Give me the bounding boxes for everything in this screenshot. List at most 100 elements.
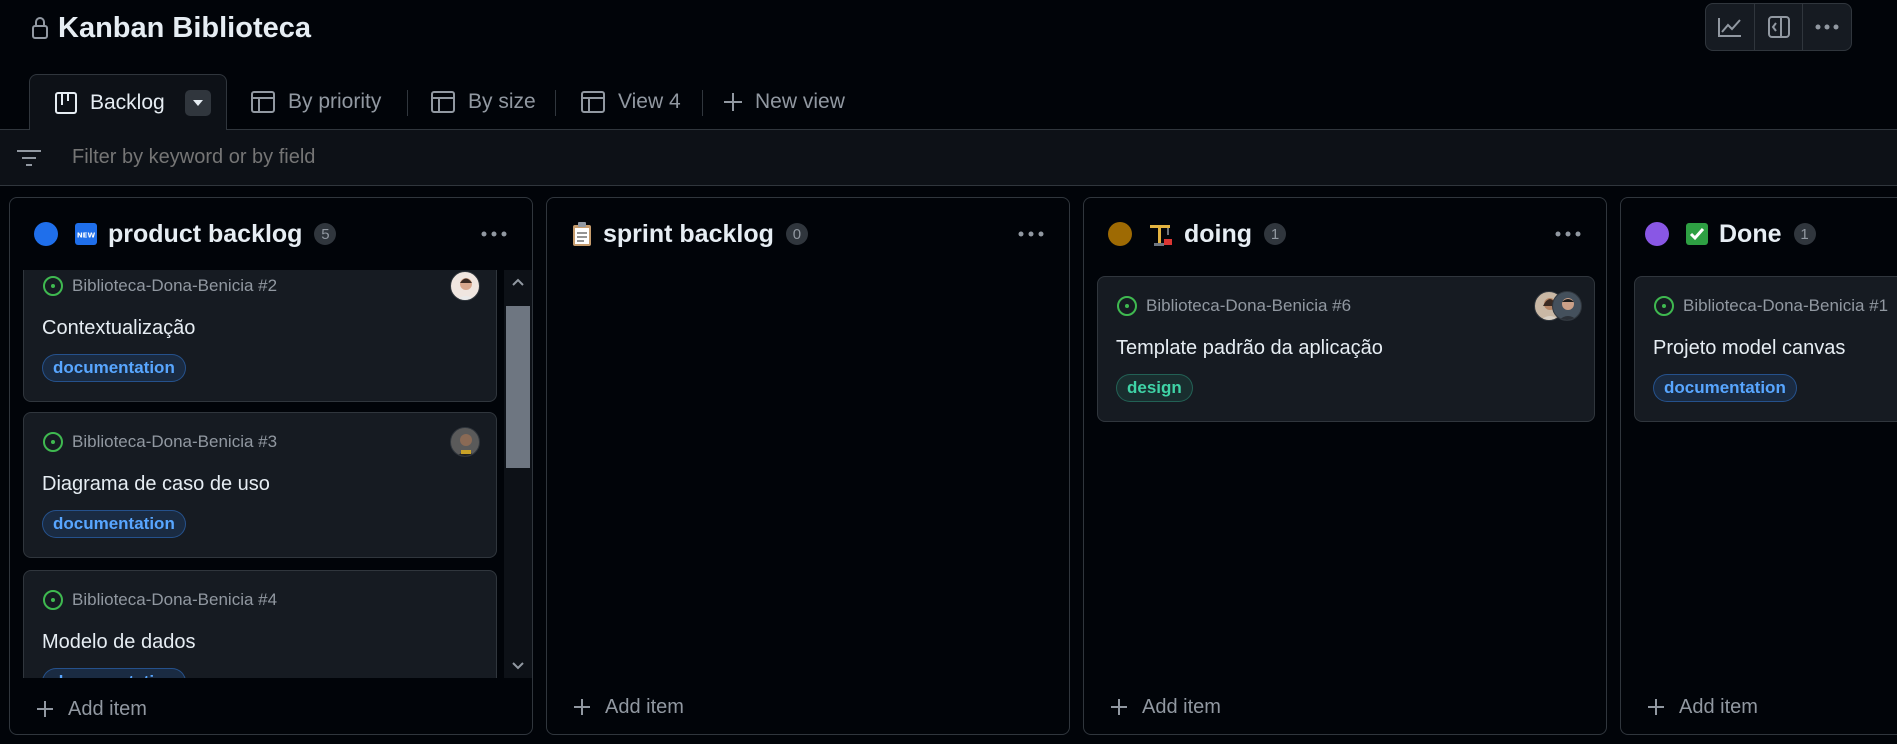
lock-icon	[32, 17, 48, 39]
add-item-button[interactable]: Add item	[36, 694, 147, 724]
avatar[interactable]	[450, 271, 480, 301]
tab-by-size[interactable]: By size	[430, 74, 536, 130]
add-item-label: Add item	[68, 697, 147, 720]
status-color-dot	[1108, 222, 1132, 246]
column-header: NEW product backlog 5	[10, 198, 532, 270]
tab-divider	[702, 90, 703, 116]
filter-bar	[0, 130, 1897, 186]
more-icon[interactable]	[1017, 222, 1045, 246]
card-meta: Biblioteca-Dona-Benicia #1	[1653, 295, 1888, 317]
column-title: product backlog	[108, 219, 303, 248]
board-icon	[55, 91, 77, 114]
insights-button[interactable]	[1706, 4, 1755, 50]
open-issue-icon	[1117, 296, 1137, 316]
issue-ref[interactable]: Biblioteca-Dona-Benicia #1	[1683, 296, 1888, 316]
caret-down-icon	[192, 99, 203, 106]
label-documentation[interactable]: documentation	[42, 668, 186, 678]
plus-icon	[574, 699, 590, 715]
tab-view-4[interactable]: View 4	[580, 74, 681, 130]
status-color-dot	[1645, 222, 1669, 246]
item-count: 1	[1793, 223, 1816, 245]
add-item-label: Add item	[1142, 695, 1221, 718]
add-item-button[interactable]: Add item	[573, 692, 684, 722]
plus-icon	[1648, 699, 1664, 715]
clipboard-icon	[571, 221, 593, 247]
tab-label: By priority	[288, 90, 382, 113]
table-icon	[251, 91, 275, 113]
more-options-button[interactable]	[1803, 4, 1851, 50]
issue-ref[interactable]: Biblioteca-Dona-Benicia #3	[72, 432, 277, 452]
add-item-button[interactable]: Add item	[1647, 692, 1758, 722]
tab-label: Backlog	[90, 90, 165, 114]
scroll-up-icon[interactable]	[512, 278, 524, 286]
more-icon[interactable]	[1554, 222, 1582, 246]
label-documentation[interactable]: documentation	[42, 354, 186, 382]
tab-label: View 4	[618, 90, 681, 113]
scrollbar[interactable]	[504, 270, 532, 678]
project-title: Kanban Biblioteca	[58, 11, 311, 44]
project-header: Kanban Biblioteca	[30, 10, 311, 46]
side-panel-button[interactable]	[1755, 4, 1804, 50]
column-header: sprint backlog 0	[547, 198, 1069, 270]
tab-by-priority[interactable]: By priority	[250, 74, 381, 130]
issue-card[interactable]: Biblioteca-Dona-Benicia #6 Template padr…	[1097, 276, 1595, 422]
column-sprint-backlog: sprint backlog 0 Add item	[546, 197, 1070, 735]
card-title[interactable]: Modelo de dados	[42, 631, 195, 654]
issue-card[interactable]: Biblioteca-Dona-Benicia #1 Projeto model…	[1634, 276, 1897, 422]
panel-icon	[1767, 16, 1790, 38]
column-title: sprint backlog	[603, 219, 774, 248]
avatar[interactable]	[450, 427, 480, 457]
column-title: doing	[1184, 219, 1253, 248]
card-title[interactable]: Projeto model canvas	[1653, 337, 1845, 360]
label-documentation[interactable]: documentation	[1653, 374, 1797, 402]
open-issue-icon	[43, 590, 63, 610]
issue-ref[interactable]: Biblioteca-Dona-Benicia #2	[72, 276, 277, 296]
tab-divider	[407, 90, 408, 116]
column-header: doing 1	[1084, 198, 1606, 270]
plus-icon	[724, 93, 742, 111]
table-icon	[581, 91, 605, 113]
card-title[interactable]: Template padrão da aplicação	[1116, 337, 1383, 360]
scroll-thumb[interactable]	[506, 306, 530, 468]
add-item-button[interactable]: Add item	[1110, 692, 1221, 722]
issue-ref[interactable]: Biblioteca-Dona-Benicia #4	[72, 590, 277, 610]
card-title[interactable]: Contextualização	[42, 317, 195, 340]
add-item-label: Add item	[1679, 695, 1758, 718]
more-icon[interactable]	[480, 222, 508, 246]
view-tabs: Backlog By priority By size View 4 New v…	[0, 74, 1897, 131]
column-done: Done 1 Biblioteca-Dona-Benicia #1 Projet…	[1620, 197, 1897, 735]
issue-card[interactable]: Biblioteca-Dona-Benicia #2 Contextualiza…	[23, 270, 497, 402]
filter-input[interactable]	[72, 146, 672, 169]
plus-icon	[37, 701, 53, 717]
table-icon	[431, 91, 455, 113]
top-actions	[1705, 3, 1852, 51]
card-list: Biblioteca-Dona-Benicia #2 Contextualiza…	[10, 270, 520, 678]
open-issue-icon	[43, 432, 63, 452]
tab-label: By size	[468, 90, 536, 113]
tab-backlog[interactable]: Backlog	[29, 74, 227, 131]
tab-options-button[interactable]	[184, 89, 211, 116]
issue-ref[interactable]: Biblioteca-Dona-Benicia #6	[1146, 296, 1351, 316]
item-count: 0	[785, 223, 808, 245]
column-product-backlog: NEW product backlog 5 Biblioteca-Dona-Be…	[9, 197, 533, 735]
add-item-label: Add item	[605, 695, 684, 718]
new-icon: NEW	[74, 222, 98, 246]
item-count: 5	[314, 223, 337, 245]
insights-icon	[1717, 18, 1741, 37]
item-count: 1	[1264, 223, 1287, 245]
scroll-down-icon[interactable]	[512, 662, 524, 670]
issue-card[interactable]: Biblioteca-Dona-Benicia #4 Modelo de dad…	[23, 570, 497, 678]
filter-icon[interactable]	[16, 148, 42, 168]
column-doing: doing 1 Biblioteca-Dona-Benicia #6 Templ…	[1083, 197, 1607, 735]
column-header: Done 1	[1621, 198, 1897, 270]
tab-divider	[555, 90, 556, 116]
label-design[interactable]: design	[1116, 374, 1193, 402]
open-issue-icon	[43, 276, 63, 296]
label-documentation[interactable]: documentation	[42, 510, 186, 538]
construction-icon	[1148, 221, 1174, 247]
card-meta: Biblioteca-Dona-Benicia #3	[42, 431, 277, 453]
card-title[interactable]: Diagrama de caso de uso	[42, 473, 270, 496]
new-view-button[interactable]: New view	[723, 74, 845, 130]
issue-card[interactable]: Biblioteca-Dona-Benicia #3 Diagrama de c…	[23, 412, 497, 558]
avatar[interactable]	[1552, 291, 1582, 321]
